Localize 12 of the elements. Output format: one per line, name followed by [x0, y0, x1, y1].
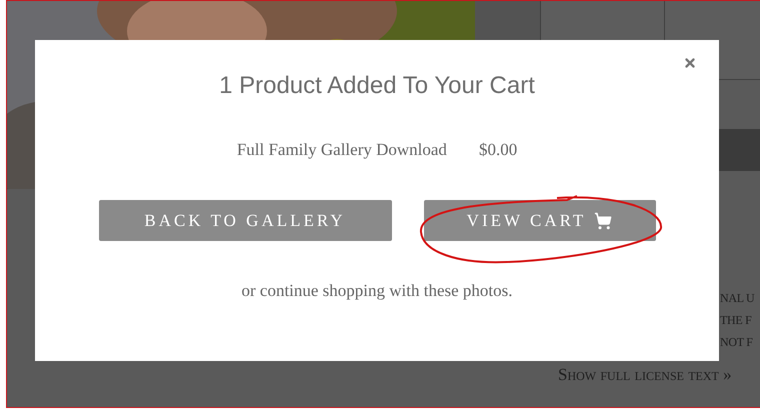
license-text: NOT F [720, 334, 753, 351]
product-price: $0.00 [478, 140, 518, 160]
view-cart-button[interactable]: VIEW CART [424, 200, 656, 241]
cart-icon [594, 212, 612, 230]
close-icon [683, 56, 697, 70]
license-link[interactable]: Show full license text » [558, 365, 732, 385]
product-name: Full Family Gallery Download [236, 140, 447, 160]
modal-title: 1 Product Added To Your Cart [219, 72, 535, 100]
license-text: NAL U [720, 290, 754, 307]
license-text: THE F [720, 312, 752, 329]
continue-text: or continue shopping with these photos. [241, 281, 513, 301]
gallery-button[interactable]: BACK TO GALLERY [98, 200, 392, 241]
